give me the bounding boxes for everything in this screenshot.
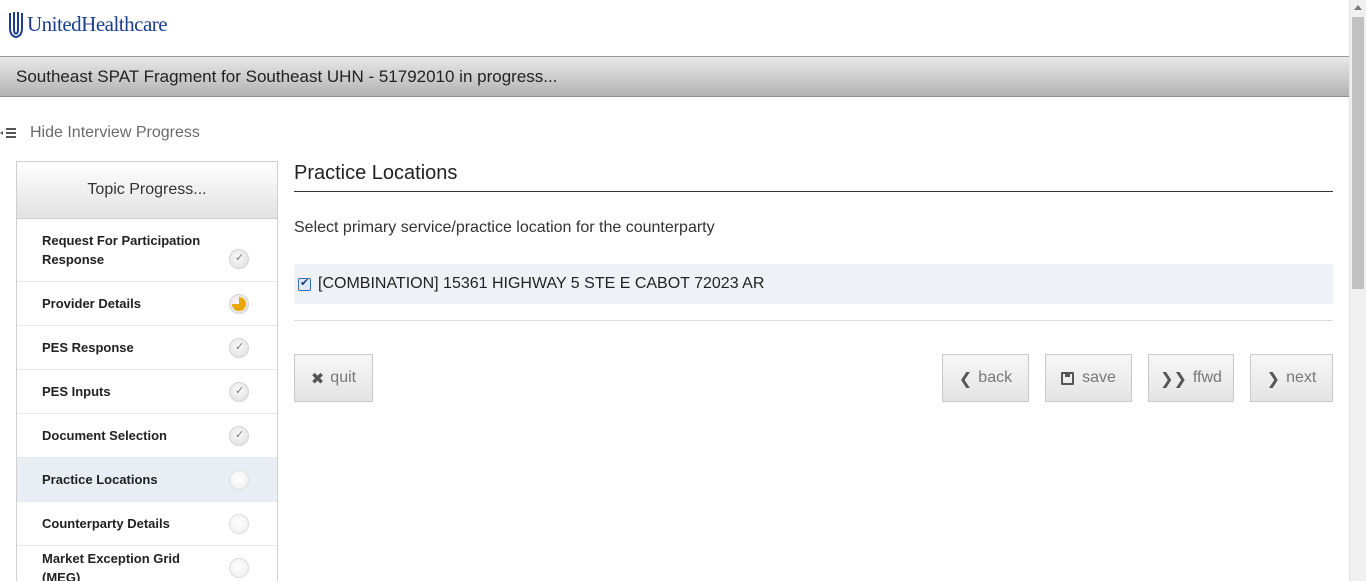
logo-bar: UnitedHealthcare — [0, 0, 1349, 57]
topic-item-practice-locations[interactable]: Practice Locations — [17, 458, 277, 502]
topic-label: Counterparty Details — [42, 516, 170, 531]
page: UnitedHealthcare Southeast SPAT Fragment… — [0, 0, 1366, 581]
shield-logo-icon — [9, 12, 23, 38]
not-started-status-icon — [229, 557, 249, 578]
in-progress-status-icon — [229, 293, 249, 314]
chevron-right-icon: ❯ — [1266, 368, 1281, 388]
next-button[interactable]: ❯ next — [1250, 354, 1333, 402]
collapse-menu-icon — [0, 126, 18, 140]
topic-label: Document Selection — [42, 428, 167, 443]
scroll-up-arrow-icon[interactable] — [1354, 5, 1362, 10]
location-option-label: [COMBINATION] 15361 HIGHWAY 5 STE E CABO… — [318, 275, 765, 292]
topic-item-document-selection[interactable]: Document Selection — [17, 414, 277, 458]
topic-item-pes-response[interactable]: PES Response — [17, 326, 277, 370]
topic-progress-header: Topic Progress... — [17, 162, 277, 219]
complete-status-icon — [229, 381, 249, 402]
question-text: Select primary service/practice location… — [294, 219, 715, 236]
save-button[interactable]: save — [1045, 354, 1132, 402]
complete-status-icon — [229, 337, 249, 358]
topic-item-market-exception-grid[interactable]: Market Exception Grid (MEG) — [17, 546, 277, 581]
not-started-status-icon — [229, 513, 249, 534]
interview-title: Southeast SPAT Fragment for Southeast UH… — [16, 67, 558, 86]
close-icon: ✖ — [310, 368, 325, 388]
vertical-scrollbar[interactable] — [1349, 0, 1366, 581]
hide-interview-progress-link[interactable]: Hide Interview Progress — [0, 124, 200, 142]
topic-item-request-for-participation-response[interactable]: Request For Participation Response — [17, 219, 277, 282]
topic-label: Market Exception Grid (MEG) — [42, 550, 180, 581]
topic-label: Practice Locations — [42, 472, 158, 487]
fast-forward-button[interactable]: ❯❯ ffwd — [1148, 354, 1234, 402]
topic-label: PES Inputs — [42, 384, 111, 399]
topic-label: Request For Participation Response — [42, 233, 201, 267]
topic-item-counterparty-details[interactable]: Counterparty Details — [17, 502, 277, 546]
location-option-row[interactable]: [COMBINATION] 15361 HIGHWAY 5 STE E CABO… — [294, 264, 1333, 304]
ffwd-label: ffwd — [1192, 369, 1222, 386]
topic-label: Provider Details — [42, 296, 141, 311]
hide-progress-label: Hide Interview Progress — [30, 124, 200, 141]
location-checkbox[interactable] — [298, 276, 311, 291]
topic-item-provider-details[interactable]: Provider Details — [17, 282, 277, 326]
save-label: save — [1082, 369, 1116, 386]
back-label: back — [978, 369, 1013, 386]
brand-logo[interactable]: UnitedHealthcare — [8, 10, 168, 38]
not-started-status-icon — [229, 469, 249, 490]
topic-item-pes-inputs[interactable]: PES Inputs — [17, 370, 277, 414]
topic-label: PES Response — [42, 340, 134, 355]
main-content: Practice Locations Select primary servic… — [294, 161, 1333, 402]
double-chevron-right-icon: ❯❯ — [1160, 368, 1187, 388]
quit-button[interactable]: ✖ quit — [294, 354, 373, 402]
interview-title-bar: Southeast SPAT Fragment for Southeast UH… — [0, 57, 1349, 97]
chevron-left-icon: ❮ — [958, 368, 973, 388]
floppy-disk-icon — [1061, 371, 1075, 385]
divider — [294, 320, 1333, 321]
topic-progress-panel: Topic Progress... Request For Participat… — [16, 161, 278, 581]
back-button[interactable]: ❮ back — [942, 354, 1029, 402]
brand-name: UnitedHealthcare — [27, 11, 168, 36]
next-label: next — [1286, 369, 1317, 386]
scrollbar-thumb[interactable] — [1352, 17, 1364, 289]
complete-status-icon — [229, 249, 249, 269]
quit-label: quit — [330, 369, 357, 386]
section-title: Practice Locations — [294, 161, 1333, 192]
complete-status-icon — [229, 425, 249, 446]
